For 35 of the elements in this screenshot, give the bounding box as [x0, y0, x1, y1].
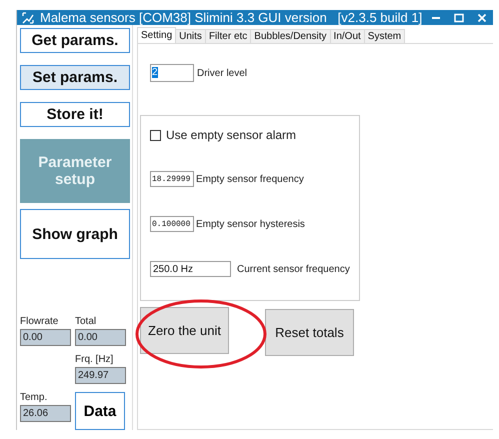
tab[interactable]: Units: [175, 29, 206, 43]
action-button[interactable]: Zero the unit: [140, 307, 229, 354]
sidebar-button[interactable]: Set params.: [20, 65, 130, 90]
readout-field: 26.06: [20, 405, 71, 422]
input-field[interactable]: 0.100000: [150, 216, 194, 232]
readout-label: Flowrate: [20, 316, 60, 327]
tab[interactable]: Setting: [137, 27, 176, 43]
app-icon: [21, 10, 35, 24]
checkbox-label: Use empty sensor alarm: [166, 128, 296, 142]
sidebar-button[interactable]: Get params.: [20, 28, 130, 53]
tab[interactable]: In/Out: [330, 29, 365, 43]
checkbox[interactable]: [150, 130, 161, 140]
maximize-icon[interactable]: [454, 12, 464, 22]
field-label: Current sensor frequency: [237, 264, 350, 274]
input-field[interactable]: 18.29999: [150, 171, 194, 187]
sidebar-button[interactable]: Store it!: [20, 102, 130, 127]
readout-field: 249.97: [75, 367, 126, 384]
field-label: Empty sensor hysteresis: [196, 218, 305, 230]
sidebar-button[interactable]: Show graph: [20, 209, 130, 259]
driver-level-field[interactable]: 2: [150, 64, 194, 82]
readout-label: Frq. [Hz]: [75, 354, 114, 365]
readout-label: Total: [75, 316, 98, 327]
readout-label: Temp.: [20, 392, 48, 403]
data-button[interactable]: Data: [75, 392, 125, 430]
close-icon[interactable]: [477, 12, 487, 22]
window-title: Malema sensors [COM38] Slimini 3.3 GUI version [v2.3.5 build 1]: [40, 10, 424, 25]
action-button[interactable]: Reset totals: [265, 309, 354, 356]
tab[interactable]: Filter etc: [204, 29, 252, 43]
tab[interactable]: Bubbles/Density: [250, 29, 331, 43]
readout-field: 0.00: [20, 329, 71, 346]
input-field[interactable]: 250.0 Hz: [150, 261, 231, 277]
readout-field: 0.00: [75, 329, 126, 346]
tab[interactable]: System: [364, 29, 406, 43]
field-label: Driver level: [197, 68, 248, 78]
field-label: Empty sensor frequency: [196, 174, 304, 184]
